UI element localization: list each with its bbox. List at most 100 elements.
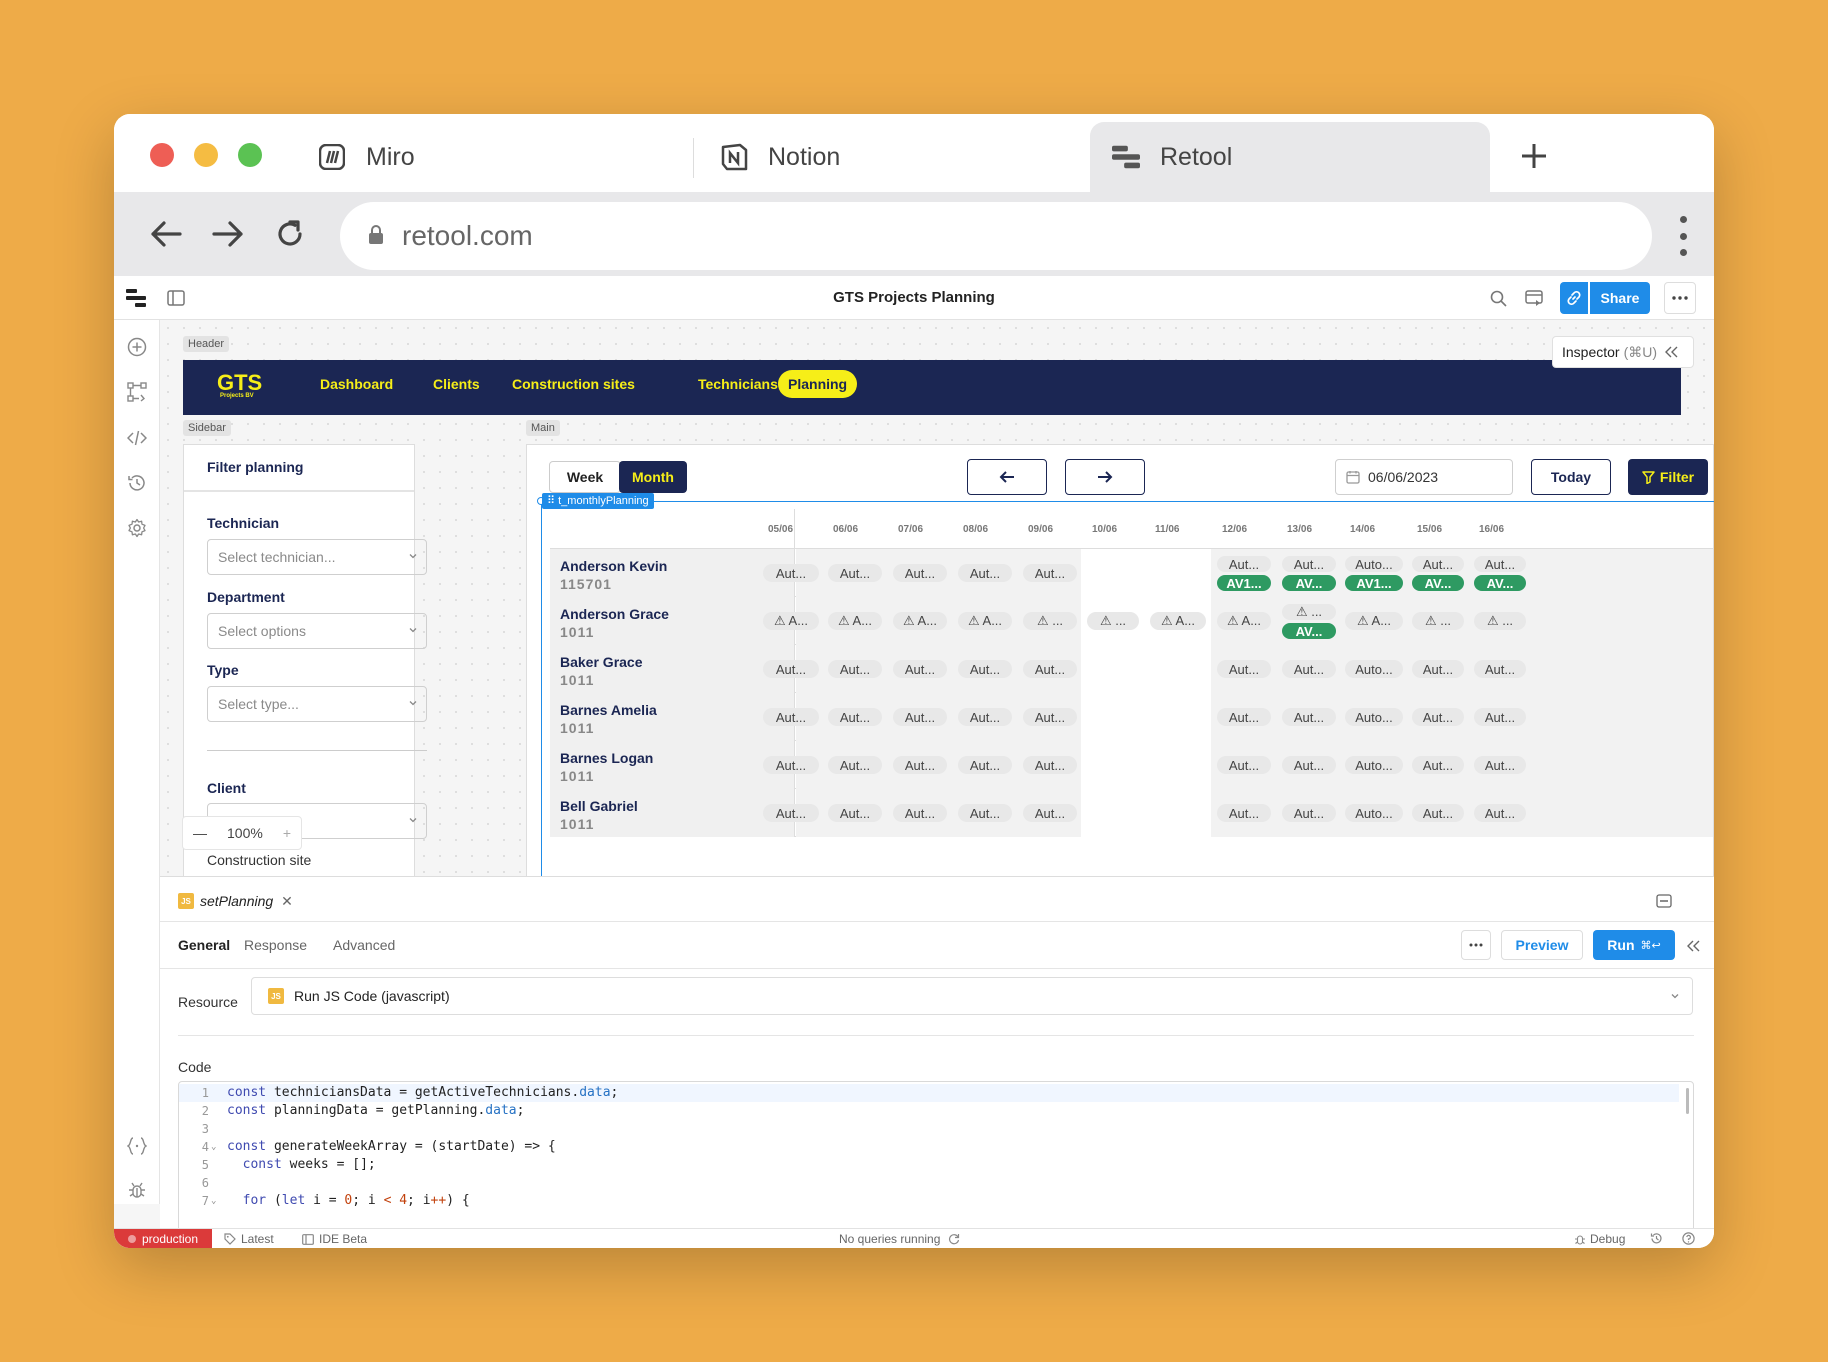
code-icon[interactable]	[125, 426, 149, 450]
queries-status-label: No queries running	[839, 1232, 941, 1246]
code-line[interactable]: 7 ⌄ for (let i = 0; i < 4; i++) {	[179, 1192, 1679, 1210]
state-braces-icon[interactable]	[125, 1134, 149, 1158]
address-bar[interactable]: retool.com	[340, 202, 1652, 270]
help-icon[interactable]	[1682, 1232, 1695, 1245]
reload-button[interactable]	[268, 212, 312, 256]
history-icon[interactable]	[1650, 1232, 1663, 1245]
chevron-down-icon	[409, 701, 417, 706]
code-line[interactable]: 6	[179, 1174, 1679, 1192]
minimize-panel-icon[interactable]	[1654, 891, 1674, 911]
code-line[interactable]: 1 const techniciansData = getActiveTechni…	[179, 1084, 1679, 1102]
debug-button[interactable]: Debug	[1574, 1232, 1625, 1246]
tab-general[interactable]: General	[178, 937, 230, 953]
close-icon[interactable]: ✕	[281, 893, 293, 910]
type-select[interactable]: Select type...	[207, 686, 427, 722]
close-window-button[interactable]	[150, 143, 174, 167]
zoom-out-button[interactable]: —	[193, 825, 207, 841]
preview-button[interactable]: Preview	[1501, 930, 1583, 960]
browser-menu-button[interactable]	[1676, 216, 1690, 256]
browser-tab-retool[interactable]: Retool	[1090, 122, 1490, 192]
new-tab-button[interactable]	[1514, 136, 1554, 176]
query-more-button[interactable]	[1461, 930, 1491, 960]
filter-title: Filter planning	[207, 459, 304, 475]
gts-logo[interactable]: GTS Projects BV	[217, 372, 262, 400]
notion-icon	[720, 143, 748, 171]
resource-select[interactable]: JS Run JS Code (javascript)	[251, 977, 1693, 1015]
run-button[interactable]: Run ⌘↩	[1593, 930, 1675, 960]
browser-tab-miro[interactable]: Miro	[318, 122, 678, 192]
inspector-label: Inspector	[1562, 344, 1620, 360]
previous-period-button[interactable]	[967, 459, 1047, 495]
code-line[interactable]: 4 ⌄ const generateWeekArray = (startDate) …	[179, 1138, 1679, 1156]
code-line[interactable]: 2 const planningData = getPlanning.data;	[179, 1102, 1679, 1120]
today-button[interactable]: Today	[1531, 459, 1611, 495]
code-line[interactable]: 3	[179, 1120, 1679, 1138]
client-label: Client	[207, 780, 246, 796]
component-name-tag[interactable]: ⠿ t_monthlyPlanning	[542, 493, 654, 509]
technician-label: Technician	[207, 515, 280, 531]
retool-icon	[1112, 143, 1140, 171]
maximize-window-button[interactable]	[238, 143, 262, 167]
code-line[interactable]: 5 const weeks = [];	[179, 1156, 1679, 1174]
tab-advanced[interactable]: Advanced	[333, 937, 395, 953]
nav-construction-sites[interactable]: Construction sites	[512, 376, 635, 392]
history-icon[interactable]	[125, 471, 149, 495]
inspector-toggle[interactable]: Inspector (⌘U)	[1552, 336, 1694, 368]
header-frame-label: Header	[183, 336, 230, 352]
layout-icon	[302, 1233, 314, 1245]
query-tab[interactable]: JS setPlanning ✕	[178, 889, 293, 913]
run-label: Run	[1607, 937, 1635, 953]
back-button[interactable]	[144, 212, 188, 256]
nav-clients[interactable]: Clients	[433, 376, 480, 392]
preview-app-icon[interactable]	[1524, 288, 1544, 308]
add-component-icon[interactable]	[125, 335, 149, 359]
main-frame-label: Main	[526, 420, 560, 436]
version-tag[interactable]: Latest	[224, 1232, 274, 1246]
next-period-button[interactable]	[1065, 459, 1145, 495]
run-shortcut: ⌘↩	[1640, 939, 1661, 952]
ide-beta-toggle[interactable]: IDE Beta	[302, 1232, 367, 1246]
technician-select[interactable]: Select technician...	[207, 539, 427, 575]
week-view-button[interactable]: Week	[549, 461, 621, 493]
fold-chevron-icon[interactable]: ⌄	[211, 1138, 216, 1156]
search-icon[interactable]	[1488, 288, 1508, 308]
tab-separator	[693, 138, 694, 178]
zoom-in-button[interactable]: +	[283, 825, 291, 841]
divider	[184, 490, 414, 492]
nav-planning[interactable]: Planning	[778, 370, 858, 398]
debug-bug-icon[interactable]	[125, 1178, 149, 1202]
query-tabs: General Response Advanced Preview Run ⌘↩	[160, 921, 1714, 969]
date-picker[interactable]: 06/06/2023	[1335, 459, 1513, 495]
fold-chevron-icon[interactable]: ⌄	[211, 1192, 216, 1210]
share-button[interactable]: Share	[1590, 282, 1650, 314]
code-editor[interactable]: 1 const techniciansData = getActiveTechni…	[178, 1081, 1694, 1229]
department-select[interactable]: Select options	[207, 613, 427, 649]
collapse-chevrons-icon[interactable]	[1686, 938, 1702, 954]
forward-button[interactable]	[206, 212, 250, 256]
link-icon	[1567, 290, 1581, 306]
divider	[207, 750, 427, 751]
lock-icon	[368, 220, 384, 252]
month-view-button[interactable]: Month	[619, 461, 687, 493]
nav-dashboard[interactable]: Dashboard	[320, 376, 393, 392]
filter-button[interactable]: Filter	[1628, 459, 1708, 495]
tag-icon	[224, 1233, 236, 1245]
environment-badge[interactable]: production	[114, 1229, 212, 1248]
minimize-window-button[interactable]	[194, 143, 218, 167]
sidebar-frame-label: Sidebar	[183, 420, 231, 436]
editor-scrollbar[interactable]	[1686, 1088, 1689, 1114]
component-tree-icon[interactable]	[125, 380, 149, 404]
debug-label: Debug	[1590, 1232, 1626, 1246]
app-more-button[interactable]	[1664, 282, 1696, 314]
nav-technicians[interactable]: Technicians	[698, 376, 778, 392]
settings-gear-icon[interactable]	[125, 516, 149, 540]
resource-value: Run JS Code (javascript)	[294, 988, 450, 1004]
department-placeholder: Select options	[218, 623, 306, 639]
browser-tab-notion[interactable]: Notion	[720, 122, 1060, 192]
version-label: Latest	[241, 1232, 274, 1246]
copy-link-button[interactable]	[1560, 282, 1588, 314]
tab-response[interactable]: Response	[244, 937, 307, 953]
resource-label: Resource	[178, 994, 238, 1010]
date-value: 06/06/2023	[1368, 469, 1439, 485]
zoom-level: 100%	[227, 825, 263, 841]
